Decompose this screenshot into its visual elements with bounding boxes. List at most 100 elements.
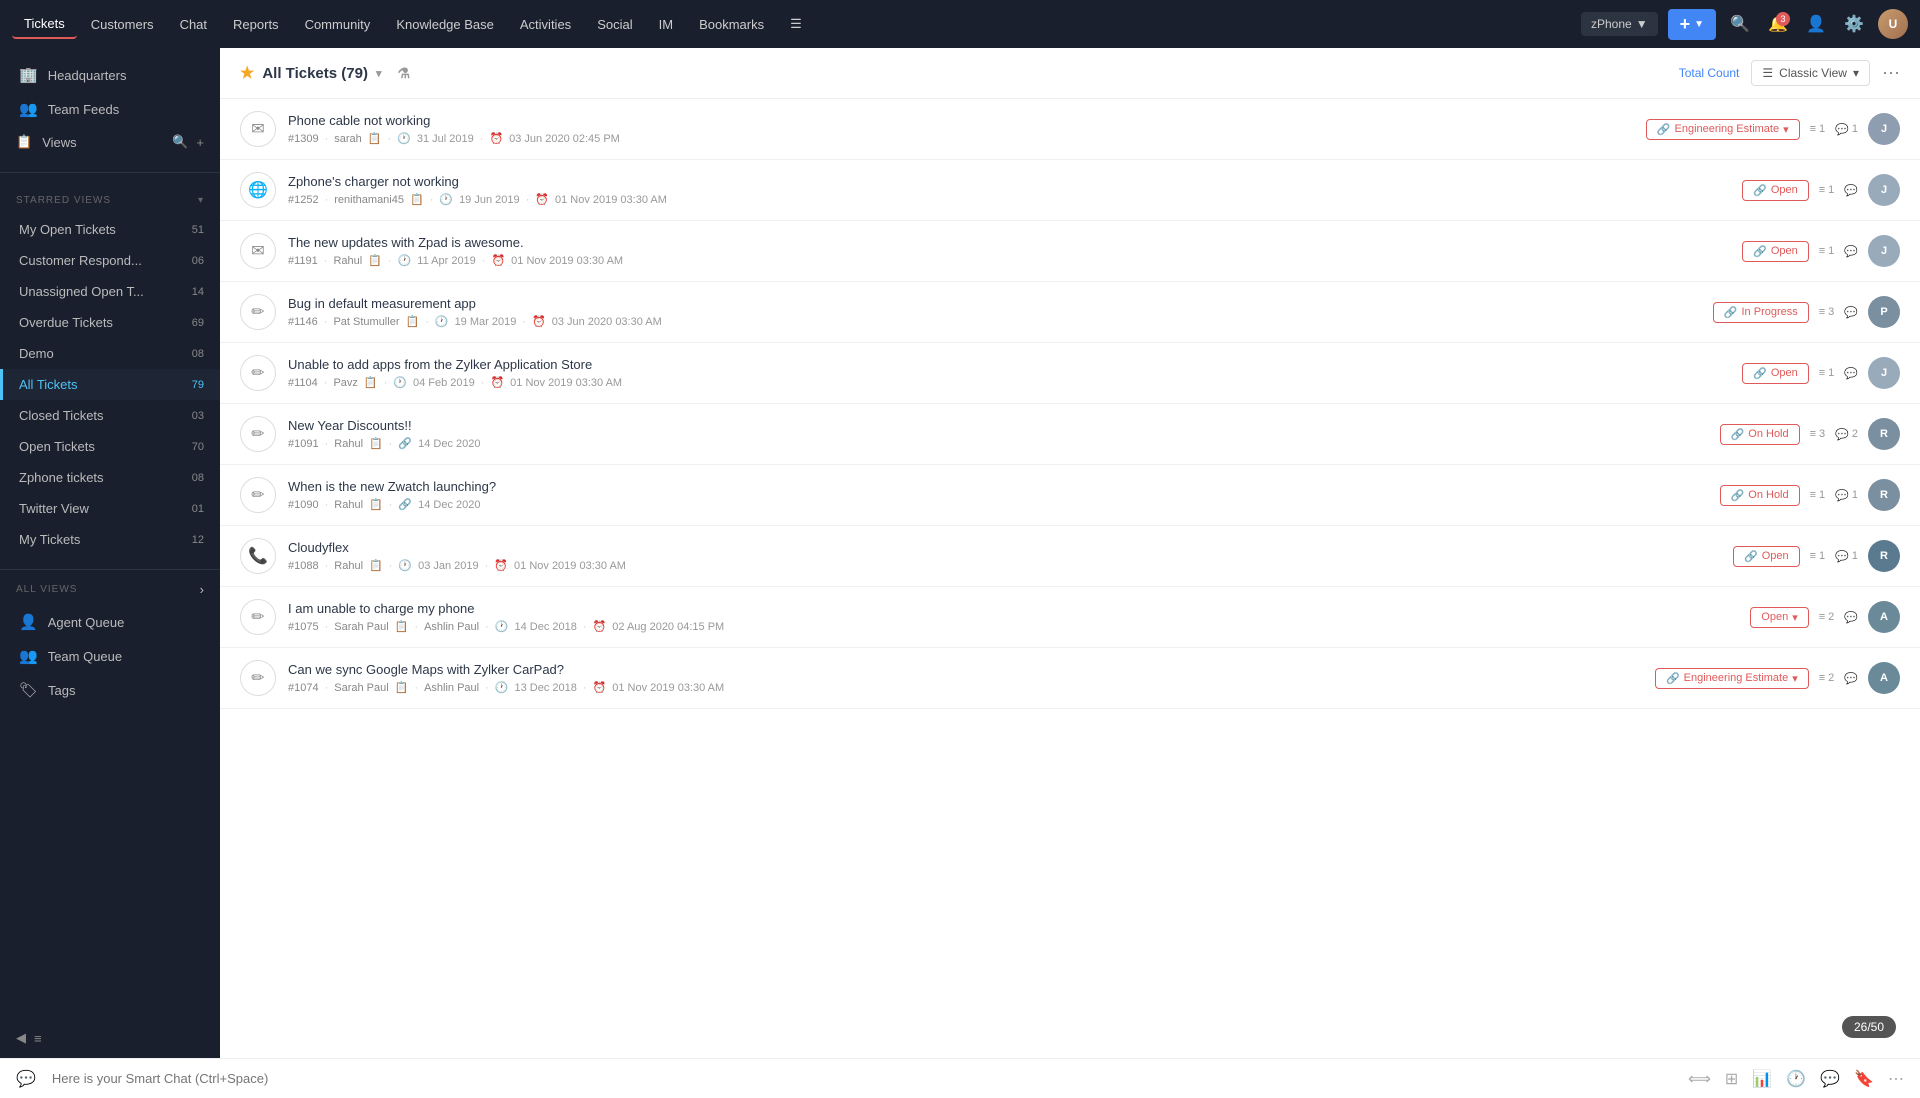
views-icon: 📋: [16, 134, 32, 150]
status-badge[interactable]: 🔗 On Hold: [1720, 485, 1800, 506]
sidebar-item-my-open-tickets[interactable]: My Open Tickets 51: [0, 214, 220, 245]
favorite-star-icon[interactable]: ★: [240, 63, 254, 83]
settings-icon[interactable]: ⚙️: [1840, 10, 1868, 38]
ticket-meta: #1104 · Pavz 📋 · 🕐 04 Feb 2019 · ⏰ 01 No…: [288, 376, 1730, 389]
chat-bubble-icon[interactable]: 💬: [1820, 1069, 1840, 1089]
translate-icon[interactable]: ⟺: [1688, 1069, 1711, 1089]
total-count-label[interactable]: Total Count: [1679, 66, 1740, 80]
nav-menu-icon[interactable]: ☰: [778, 10, 814, 38]
smart-chat-input[interactable]: [52, 1071, 1672, 1086]
collapse-icon: ◀: [16, 1030, 26, 1046]
ticket-id: #1146: [288, 316, 318, 328]
sidebar-item-unassigned-open[interactable]: Unassigned Open T... 14: [0, 276, 220, 307]
more-options-button[interactable]: ⋯: [1882, 63, 1900, 84]
status-link-icon: 🔗: [1666, 672, 1680, 685]
ticket-comment-count: 💬 1: [1835, 489, 1858, 502]
notifications-icon[interactable]: 🔔 3: [1764, 10, 1792, 38]
sidebar-item-all-tickets[interactable]: All Tickets 79: [0, 369, 220, 400]
views-search-icon[interactable]: 🔍: [172, 134, 188, 150]
sidebar-item-agent-queue[interactable]: 👤 Agent Queue: [0, 605, 220, 639]
search-icon[interactable]: 🔍: [1726, 10, 1754, 38]
nav-customers[interactable]: Customers: [79, 11, 166, 38]
sidebar-item-zphone-tickets[interactable]: Zphone tickets 08: [0, 462, 220, 493]
all-views-header[interactable]: ALL VIEWS ›: [0, 574, 220, 605]
sidebar-item-headquarters[interactable]: 🏢 Headquarters: [0, 58, 220, 92]
ticket-meta: #1309 · sarah 📋 · 🕐 31 Jul 2019 · ⏰ 03 J…: [288, 132, 1634, 145]
table-row[interactable]: ✏ New Year Discounts!! #1091 · Rahul 📋 ·…: [220, 404, 1920, 465]
status-badge[interactable]: 🔗 Open: [1733, 546, 1800, 567]
status-link-icon: 🔗: [1753, 245, 1767, 258]
sidebar-item-overdue-tickets[interactable]: Overdue Tickets 69: [0, 307, 220, 338]
nav-community[interactable]: Community: [293, 11, 383, 38]
status-badge[interactable]: 🔗 Engineering Estimate ▾: [1646, 119, 1800, 140]
nav-social[interactable]: Social: [585, 11, 644, 38]
user-avatar[interactable]: U: [1878, 9, 1908, 39]
nav-im[interactable]: IM: [647, 11, 685, 38]
filter-icon[interactable]: ⚗: [397, 65, 410, 82]
sidebar-item-team-queue[interactable]: 👥 Team Queue: [0, 639, 220, 673]
add-button[interactable]: + ▼: [1668, 9, 1716, 40]
ticket-actions: 🔗 Open ≡ 1 💬 1 R: [1733, 540, 1900, 572]
status-link-icon: 🔗: [1724, 306, 1738, 319]
status-text: Open: [1771, 184, 1798, 196]
sidebar-item-my-tickets[interactable]: My Tickets 12: [0, 524, 220, 555]
ticket-thread-count: ≡ 1: [1819, 184, 1835, 196]
ticket-actions: 🔗 On Hold ≡ 1 💬 1 R: [1720, 479, 1900, 511]
status-badge[interactable]: 🔗 Open: [1742, 241, 1809, 262]
collapse-sidebar-btn[interactable]: ◀ ≡: [0, 1018, 220, 1058]
nav-tickets[interactable]: Tickets: [12, 10, 77, 39]
starred-views-header[interactable]: STARRED VIEWS ▾: [0, 187, 220, 214]
table-row[interactable]: ✏ When is the new Zwatch launching? #109…: [220, 465, 1920, 526]
ticket-thread-count: ≡ 2: [1819, 672, 1835, 684]
closed-tickets-label: Closed Tickets: [19, 408, 182, 423]
due-icon: ⏰: [593, 681, 607, 694]
table-row[interactable]: ✉ Phone cable not working #1309 · sarah …: [220, 99, 1920, 160]
table-row[interactable]: ✏ Bug in default measurement app #1146 ·…: [220, 282, 1920, 343]
nav-reports[interactable]: Reports: [221, 11, 291, 38]
sidebar-item-twitter-view[interactable]: Twitter View 01: [0, 493, 220, 524]
sidebar-item-customer-respond[interactable]: Customer Respond... 06: [0, 245, 220, 276]
nav-activities[interactable]: Activities: [508, 11, 583, 38]
due-icon: ⏰: [489, 132, 503, 145]
status-badge[interactable]: 🔗 In Progress: [1713, 302, 1809, 323]
user-icon[interactable]: 👤: [1802, 10, 1830, 38]
ticket-id: #1075: [288, 621, 319, 633]
sidebar-item-demo[interactable]: Demo 08: [0, 338, 220, 369]
ticket-type-icon: ✏: [240, 416, 276, 452]
ticket-subject: When is the new Zwatch launching?: [288, 479, 1708, 494]
sidebar-item-closed-tickets[interactable]: Closed Tickets 03: [0, 400, 220, 431]
status-badge[interactable]: 🔗 On Hold: [1720, 424, 1800, 445]
status-badge[interactable]: 🔗 Open: [1742, 363, 1809, 384]
nav-bookmarks[interactable]: Bookmarks: [687, 11, 776, 38]
ticket-agent: Pavz: [333, 377, 357, 389]
nav-knowledge-base[interactable]: Knowledge Base: [384, 11, 506, 38]
table-row[interactable]: 🌐 Zphone's charger not working #1252 · r…: [220, 160, 1920, 221]
sidebar-item-open-tickets[interactable]: Open Tickets 70: [0, 431, 220, 462]
table-row[interactable]: ✏ Can we sync Google Maps with Zylker Ca…: [220, 648, 1920, 709]
sidebar-item-tags[interactable]: 🏷 Tags: [0, 673, 220, 707]
agent-icon: 📋: [364, 376, 378, 389]
table-row[interactable]: 📞 Cloudyflex #1088 · Rahul 📋 · 🕐 03 Jan …: [220, 526, 1920, 587]
grid-icon[interactable]: ⊞: [1725, 1069, 1738, 1089]
sidebar-item-team-feeds[interactable]: 👥 Team Feeds: [0, 92, 220, 126]
bookmark-icon[interactable]: 🔖: [1854, 1069, 1874, 1089]
status-text: Open: [1771, 245, 1798, 257]
more-bottom-icon[interactable]: ⋯: [1888, 1069, 1904, 1089]
clock-icon[interactable]: 🕐: [1786, 1069, 1806, 1089]
classic-view-button[interactable]: ☰ Classic View ▾: [1751, 60, 1870, 86]
table-icon[interactable]: 📊: [1752, 1069, 1772, 1089]
status-link-icon: 🔗: [1657, 123, 1671, 136]
ticket-created: 14 Dec 2020: [418, 499, 480, 511]
status-badge[interactable]: Open ▾: [1750, 607, 1808, 628]
table-row[interactable]: ✏ Unable to add apps from the Zylker App…: [220, 343, 1920, 404]
status-chevron-icon: ▾: [1792, 611, 1798, 624]
views-add-icon[interactable]: +: [196, 135, 204, 150]
zphone-button[interactable]: zPhone ▼: [1581, 12, 1658, 36]
table-row[interactable]: ✉ The new updates with Zpad is awesome. …: [220, 221, 1920, 282]
table-row[interactable]: ✏ I am unable to charge my phone #1075 ·…: [220, 587, 1920, 648]
status-badge[interactable]: 🔗 Engineering Estimate ▾: [1655, 668, 1809, 689]
title-dropdown-icon[interactable]: ▾: [376, 67, 382, 80]
nav-chat[interactable]: Chat: [168, 11, 219, 38]
status-badge[interactable]: 🔗 Open: [1742, 180, 1809, 201]
ticket-id: #1091: [288, 438, 319, 450]
